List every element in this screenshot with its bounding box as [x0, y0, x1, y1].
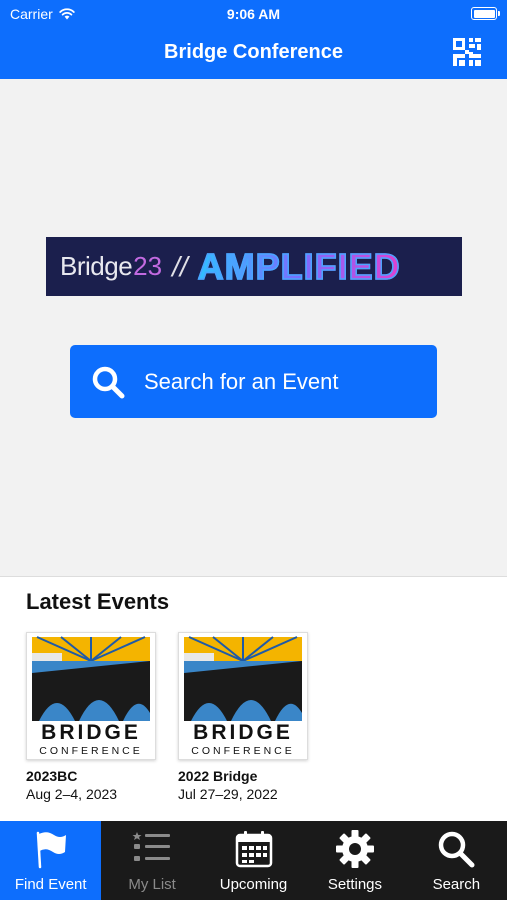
search-event-button[interactable]: Search for an Event [70, 345, 437, 418]
flag-icon [36, 831, 66, 869]
conference-banner: Bridge 23 // AMPLIFIED [46, 237, 462, 296]
tab-my-list[interactable]: My List [101, 821, 202, 900]
page-title: Bridge Conference [164, 41, 343, 63]
tab-label: Search [432, 876, 481, 893]
tab-label: Settings [327, 876, 383, 893]
banner-word: Bridge [60, 251, 133, 281]
battery-icon [471, 7, 500, 20]
event-date: Aug 2–4, 2023 [26, 786, 118, 802]
list-icon [132, 832, 171, 861]
qr-code-icon[interactable] [451, 36, 483, 68]
status-bar: Carrier 9:06 AM [0, 0, 507, 28]
event-card[interactable]: BRIDGE CONFERENCE 2023BC Aug 2–4, 2023 [26, 632, 166, 802]
banner-tagline: AMPLIFIED [197, 245, 401, 288]
search-event-label: Search for an Event [144, 368, 339, 394]
tab-label: Find Event [14, 876, 87, 893]
event-name: 2022 Bridge [178, 768, 258, 784]
hero-section: Bridge 23 // AMPLIFIED Search for an Eve… [0, 79, 507, 576]
event-name: 2023BC [26, 768, 78, 784]
event-logo: BRIDGE CONFERENCE [178, 632, 308, 760]
event-logo-title: BRIDGE [41, 721, 141, 744]
tab-find-event[interactable]: Find Event [0, 821, 102, 900]
gear-icon [335, 830, 374, 868]
calendar-icon [235, 831, 272, 868]
latest-events-heading: Latest Events [26, 589, 170, 614]
clock: 9:06 AM [226, 6, 281, 22]
event-logo: BRIDGE CONFERENCE [26, 632, 156, 760]
event-logo-title: BRIDGE [193, 721, 293, 744]
banner-slash: // [172, 250, 188, 282]
tab-settings[interactable]: Settings [304, 821, 405, 900]
tab-label: Upcoming [219, 876, 288, 893]
latest-events-section: Latest Events BRIDGE CONFERENCE 2023BC A… [0, 576, 507, 821]
tab-bar: Find Event My List Upcoming Settings Sea… [0, 821, 507, 900]
nav-bar: Bridge Conference [0, 28, 507, 79]
event-date: Jul 27–29, 2022 [178, 786, 278, 802]
event-logo-subtitle: CONFERENCE [191, 745, 295, 757]
banner-number: 23 [133, 251, 163, 281]
event-card[interactable]: BRIDGE CONFERENCE 2022 Bridge Jul 27–29,… [178, 632, 318, 802]
tab-search[interactable]: Search [406, 821, 507, 900]
search-icon [439, 831, 475, 868]
search-icon [92, 366, 125, 398]
tab-upcoming[interactable]: Upcoming [203, 821, 304, 900]
tab-label: My List [128, 876, 176, 893]
event-logo-subtitle: CONFERENCE [39, 745, 143, 757]
